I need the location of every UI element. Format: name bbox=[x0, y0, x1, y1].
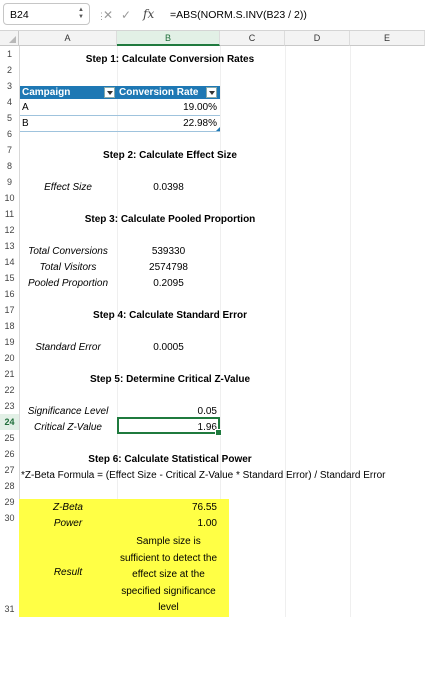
total-visitors-label[interactable]: Total Visitors bbox=[19, 262, 117, 273]
row-header-5[interactable]: 5 bbox=[0, 110, 19, 126]
row-header-24[interactable]: 24 bbox=[0, 414, 19, 430]
table-header-rate-label: Conversion Rate bbox=[119, 87, 199, 98]
total-visitors-value[interactable]: 2574798 bbox=[117, 262, 220, 273]
table-row-divider bbox=[20, 115, 220, 116]
result-label[interactable]: Result bbox=[19, 567, 117, 578]
name-box-stepper-icon[interactable]: ▲ ▼ bbox=[78, 7, 84, 21]
row-header-30[interactable]: 30 bbox=[0, 510, 19, 526]
total-conversions-value[interactable]: 539330 bbox=[117, 246, 220, 257]
row-header-31[interactable]: 31 bbox=[0, 526, 19, 617]
row-header-16[interactable]: 16 bbox=[0, 286, 19, 302]
rate-a-cell[interactable]: 19.00% bbox=[117, 102, 217, 113]
gridline bbox=[350, 46, 351, 617]
step3-title[interactable]: Step 3: Calculate Pooled Proportion bbox=[19, 214, 321, 225]
pooled-proportion-value[interactable]: 0.2095 bbox=[117, 278, 220, 289]
table-bottom-border bbox=[20, 131, 220, 132]
row-header-9[interactable]: 9 bbox=[0, 174, 19, 190]
gridline bbox=[285, 46, 286, 617]
table-resize-handle-icon[interactable] bbox=[216, 127, 220, 131]
row-header-18[interactable]: 18 bbox=[0, 318, 19, 334]
row-header-10[interactable]: 10 bbox=[0, 190, 19, 206]
insert-function-icon[interactable]: fx bbox=[143, 7, 154, 21]
row-header-22[interactable]: 22 bbox=[0, 382, 19, 398]
name-box-value: B24 bbox=[10, 9, 29, 21]
row-header-1[interactable]: 1 bbox=[0, 46, 19, 62]
power-value[interactable]: 1.00 bbox=[117, 518, 217, 529]
step5-title[interactable]: Step 5: Determine Critical Z-Value bbox=[19, 374, 321, 385]
row-header-17[interactable]: 17 bbox=[0, 302, 19, 318]
cancel-icon[interactable]: ✕ bbox=[103, 8, 113, 22]
row-header-28[interactable]: 28 bbox=[0, 478, 19, 494]
column-header-c[interactable]: C bbox=[220, 31, 285, 46]
row-header-11[interactable]: 11 bbox=[0, 206, 19, 222]
row-header-25[interactable]: 25 bbox=[0, 430, 19, 446]
column-header-b[interactable]: B bbox=[117, 31, 220, 46]
zbeta-formula-note[interactable]: *Z-Beta Formula = (Effect Size - Critica… bbox=[21, 470, 423, 481]
effect-size-label[interactable]: Effect Size bbox=[19, 182, 117, 193]
row-header-23[interactable]: 23 bbox=[0, 398, 19, 414]
standard-error-label[interactable]: Standard Error bbox=[19, 342, 117, 353]
column-header-d[interactable]: D bbox=[285, 31, 350, 46]
formula-input[interactable]: =ABS(NORM.S.INV(B23 / 2)) bbox=[170, 9, 307, 21]
step1-title[interactable]: Step 1: Calculate Conversion Rates bbox=[19, 54, 321, 65]
row-header-26[interactable]: 26 bbox=[0, 446, 19, 462]
row-header-3[interactable]: 3 bbox=[0, 78, 19, 94]
row-header-19[interactable]: 19 bbox=[0, 334, 19, 350]
row-header-6[interactable]: 6 bbox=[0, 126, 19, 142]
row-header-8[interactable]: 8 bbox=[0, 158, 19, 174]
result-value[interactable]: Sample size is sufficient to detect the … bbox=[117, 534, 220, 617]
enter-icon[interactable]: ✓ bbox=[121, 8, 131, 22]
row-header-27[interactable]: 27 bbox=[0, 462, 19, 478]
campaign-a-cell[interactable]: A bbox=[20, 102, 117, 113]
row-header-29[interactable]: 29 bbox=[0, 494, 19, 510]
zbeta-label[interactable]: Z-Beta bbox=[19, 502, 117, 513]
column-header-e[interactable]: E bbox=[350, 31, 425, 46]
row-header-13[interactable]: 13 bbox=[0, 238, 19, 254]
row-header-12[interactable]: 12 bbox=[0, 222, 19, 238]
name-box[interactable]: B24 ▲ ▼ bbox=[3, 3, 90, 25]
formula-bar: B24 ▲ ▼ ⋮ ✕ ✓ fx =ABS(NORM.S.INV(B23 / 2)… bbox=[0, 0, 425, 31]
effect-size-value[interactable]: 0.0398 bbox=[117, 182, 220, 193]
row-header-4[interactable]: 4 bbox=[0, 94, 19, 110]
campaign-b-cell[interactable]: B bbox=[20, 118, 117, 129]
table-header-rate[interactable]: Conversion Rate bbox=[117, 86, 220, 99]
active-cell-selection[interactable] bbox=[117, 417, 222, 436]
significance-level-label[interactable]: Significance Level bbox=[19, 406, 117, 417]
select-all-corner[interactable] bbox=[0, 31, 19, 46]
step2-title[interactable]: Step 2: Calculate Effect Size bbox=[19, 150, 321, 161]
row-header-2[interactable]: 2 bbox=[0, 62, 19, 78]
power-label[interactable]: Power bbox=[19, 518, 117, 529]
row-header-21[interactable]: 21 bbox=[0, 366, 19, 382]
table-header-campaign-label: Campaign bbox=[22, 87, 71, 98]
rate-b-cell[interactable]: 22.98% bbox=[117, 118, 217, 129]
pooled-proportion-label[interactable]: Pooled Proportion bbox=[19, 278, 117, 289]
step6-title[interactable]: Step 6: Calculate Statistical Power bbox=[19, 454, 321, 465]
total-conversions-label[interactable]: Total Conversions bbox=[19, 246, 117, 257]
significance-level-value[interactable]: 0.05 bbox=[117, 406, 217, 417]
campaign-filter-dropdown-icon[interactable] bbox=[104, 87, 115, 98]
row-header-7[interactable]: 7 bbox=[0, 142, 19, 158]
critical-z-label[interactable]: Critical Z-Value bbox=[19, 422, 117, 433]
rate-filter-dropdown-icon[interactable] bbox=[206, 87, 217, 98]
zbeta-value[interactable]: 76.55 bbox=[117, 502, 217, 513]
column-header-a[interactable]: A bbox=[19, 31, 117, 46]
table-header-campaign[interactable]: Campaign bbox=[20, 86, 117, 99]
row-header-14[interactable]: 14 bbox=[0, 254, 19, 270]
row-header-20[interactable]: 20 bbox=[0, 350, 19, 366]
step4-title[interactable]: Step 4: Calculate Standard Error bbox=[19, 310, 321, 321]
standard-error-value[interactable]: 0.0005 bbox=[117, 342, 220, 353]
row-header-15[interactable]: 15 bbox=[0, 270, 19, 286]
